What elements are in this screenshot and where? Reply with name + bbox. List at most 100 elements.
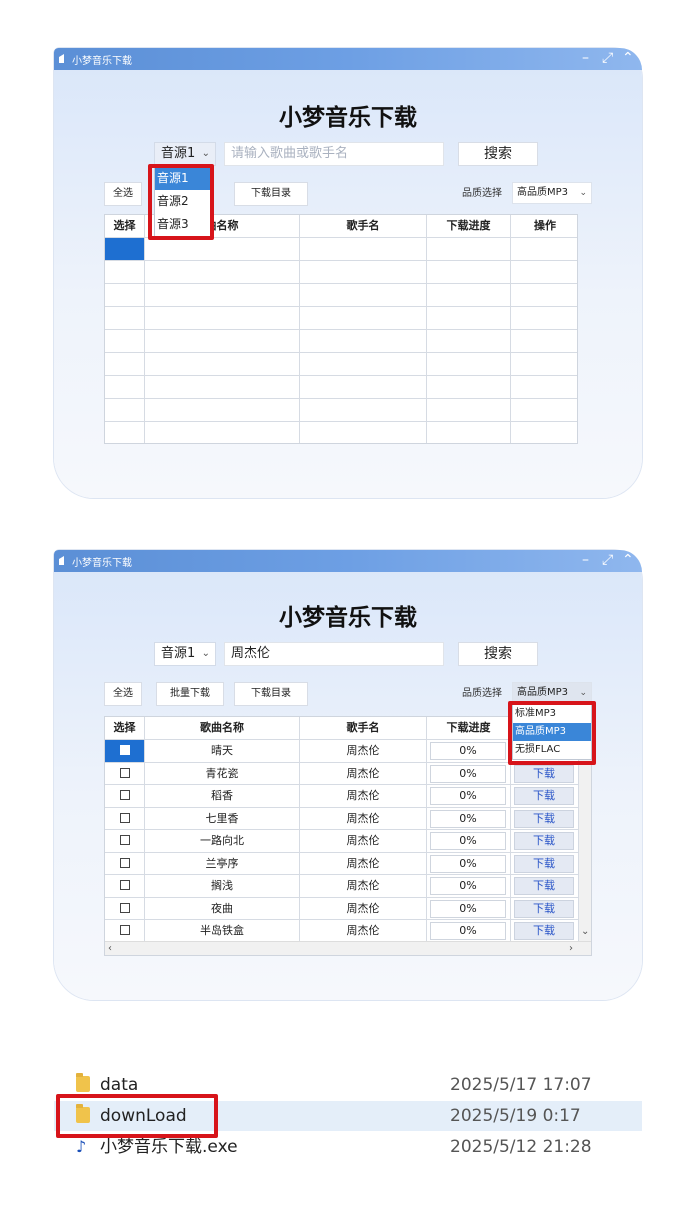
row-checkbox[interactable] <box>119 812 130 823</box>
file-row[interactable]: downLoad 2025/5/19 0:17 <box>54 1101 642 1131</box>
search-input[interactable]: 周杰伦 <box>224 642 444 666</box>
col-select: 选择 <box>105 215 145 237</box>
table-cell <box>145 261 300 283</box>
minimize-button[interactable]: – <box>582 551 589 569</box>
table-row[interactable] <box>105 238 577 261</box>
search-button[interactable]: 搜索 <box>458 142 538 166</box>
search-button[interactable]: 搜索 <box>458 642 538 666</box>
window-title: 小梦音乐下载 <box>72 558 132 569</box>
quality-options-list[interactable]: 标准MP3 高品质MP3 无损FLAC <box>512 704 592 760</box>
table-row[interactable] <box>105 353 577 376</box>
download-button[interactable]: 下载 <box>514 809 574 828</box>
col-select: 选择 <box>105 717 145 739</box>
quality-select-value: 高品质MP3 <box>517 687 569 698</box>
maximize-button[interactable]: ⤢ <box>602 49 613 67</box>
source-option-1[interactable]: 音源1 <box>155 167 211 190</box>
source-select-value: 音源1 <box>161 646 196 661</box>
close-button[interactable]: ⌃ <box>622 551 634 569</box>
table-row[interactable] <box>105 422 577 443</box>
col-progress: 下载进度 <box>427 215 511 237</box>
maximize-button[interactable]: ⤢ <box>602 551 613 569</box>
download-progress: 0% <box>430 809 506 828</box>
download-dir-button[interactable]: 下载目录 <box>234 682 308 706</box>
scroll-right-icon[interactable]: › <box>569 942 573 955</box>
table-row[interactable]: 七里香 周杰伦 0% 下载 <box>105 807 591 830</box>
download-button[interactable]: 下载 <box>514 832 574 850</box>
scroll-left-icon[interactable]: ‹ <box>108 942 112 955</box>
artist-name: 周杰伦 <box>300 875 427 897</box>
table-cell <box>145 353 300 375</box>
col-progress: 下载进度 <box>427 717 511 739</box>
song-name: 晴天 <box>145 740 300 762</box>
quality-option-high[interactable]: 高品质MP3 <box>513 723 591 741</box>
table-row[interactable] <box>105 399 577 422</box>
select-cell <box>105 875 145 897</box>
progress-cell: 0% <box>427 762 511 785</box>
table-row[interactable]: 稻香 周杰伦 0% 下载 <box>105 785 591 808</box>
quality-label: 品质选择 <box>462 188 502 199</box>
download-button[interactable]: 下载 <box>514 877 574 895</box>
select-all-button[interactable]: 全选 <box>104 682 142 706</box>
download-button[interactable]: 下载 <box>514 764 574 783</box>
file-row[interactable]: ♪ 小梦音乐下载.exe 2025/5/12 21:28 <box>54 1132 642 1162</box>
row-checkbox[interactable] <box>119 880 130 890</box>
download-dir-button[interactable]: 下载目录 <box>234 182 308 206</box>
search-input[interactable]: 请输入歌曲或歌手名 <box>224 142 444 166</box>
select-all-button[interactable]: 全选 <box>104 182 142 206</box>
source-option-2[interactable]: 音源2 <box>155 190 211 213</box>
table-row[interactable]: 夜曲 周杰伦 0% 下载 <box>105 897 591 920</box>
quality-option-standard[interactable]: 标准MP3 <box>513 705 591 723</box>
source-select[interactable]: 音源1 ⌄ <box>154 142 216 166</box>
table-row[interactable] <box>105 376 577 399</box>
quality-select[interactable]: 高品质MP3 ⌄ <box>512 182 592 204</box>
minimize-button[interactable]: – <box>582 49 589 67</box>
select-cell <box>105 852 145 875</box>
song-name: 夜曲 <box>145 897 300 920</box>
row-checkbox[interactable] <box>119 835 130 845</box>
table-cell <box>300 307 427 329</box>
chevron-down-icon: ⌄ <box>579 688 587 698</box>
row-checkbox[interactable] <box>119 767 130 778</box>
progress-cell: 0% <box>427 852 511 875</box>
title-bar[interactable]: 小梦音乐下载 – ⤢ ⌃ <box>54 48 642 70</box>
row-checkbox[interactable] <box>119 790 130 800</box>
table-row[interactable]: 搁浅 周杰伦 0% 下载 <box>105 875 591 898</box>
table-row[interactable] <box>105 330 577 353</box>
quality-option-lossless[interactable]: 无损FLAC <box>513 741 591 759</box>
source-select[interactable]: 音源1 ⌄ <box>154 642 216 666</box>
source-options-list[interactable]: 音源1 音源2 音源3 <box>154 166 212 237</box>
table-row[interactable]: 青花瓷 周杰伦 0% 下载 <box>105 762 591 785</box>
file-name: data <box>100 1075 139 1095</box>
table-cell <box>105 284 145 306</box>
row-checkbox[interactable] <box>119 902 130 913</box>
quality-select[interactable]: 高品质MP3 ⌄ <box>512 682 592 704</box>
table-row[interactable] <box>105 307 577 330</box>
batch-download-button[interactable]: 批量下载 <box>156 682 224 706</box>
download-button[interactable]: 下载 <box>514 922 574 940</box>
col-song: 歌曲名称 <box>145 717 300 739</box>
select-cell <box>105 830 145 852</box>
table-row[interactable]: 一路向北 周杰伦 0% 下载 <box>105 830 591 853</box>
scroll-down-icon[interactable]: ⌄ <box>581 925 589 939</box>
table-row[interactable] <box>105 261 577 284</box>
download-button[interactable]: 下载 <box>514 854 574 873</box>
download-button[interactable]: 下载 <box>514 787 574 805</box>
artist-name: 周杰伦 <box>300 852 427 875</box>
table-row[interactable]: 兰亭序 周杰伦 0% 下载 <box>105 852 591 875</box>
table-cell <box>300 399 427 421</box>
row-checkbox[interactable] <box>119 745 130 755</box>
row-checkbox[interactable] <box>119 925 130 935</box>
title-bar[interactable]: 小梦音乐下载 – ⤢ ⌃ <box>54 550 642 572</box>
source-option-3[interactable]: 音源3 <box>155 213 211 236</box>
close-button[interactable]: ⌃ <box>622 49 634 67</box>
col-artist: 歌手名 <box>300 717 427 739</box>
horizontal-scrollbar[interactable]: ‹ › <box>105 941 591 955</box>
table-row[interactable] <box>105 284 577 307</box>
table-cell <box>427 261 511 283</box>
download-button[interactable]: 下载 <box>514 899 574 918</box>
action-cell: 下载 <box>511 807 579 830</box>
artist-name: 周杰伦 <box>300 920 427 942</box>
row-checkbox[interactable] <box>119 857 130 868</box>
file-row[interactable]: data 2025/5/17 17:07 <box>54 1070 642 1100</box>
table-row[interactable]: 半岛铁盒 周杰伦 0% 下载 <box>105 920 591 943</box>
